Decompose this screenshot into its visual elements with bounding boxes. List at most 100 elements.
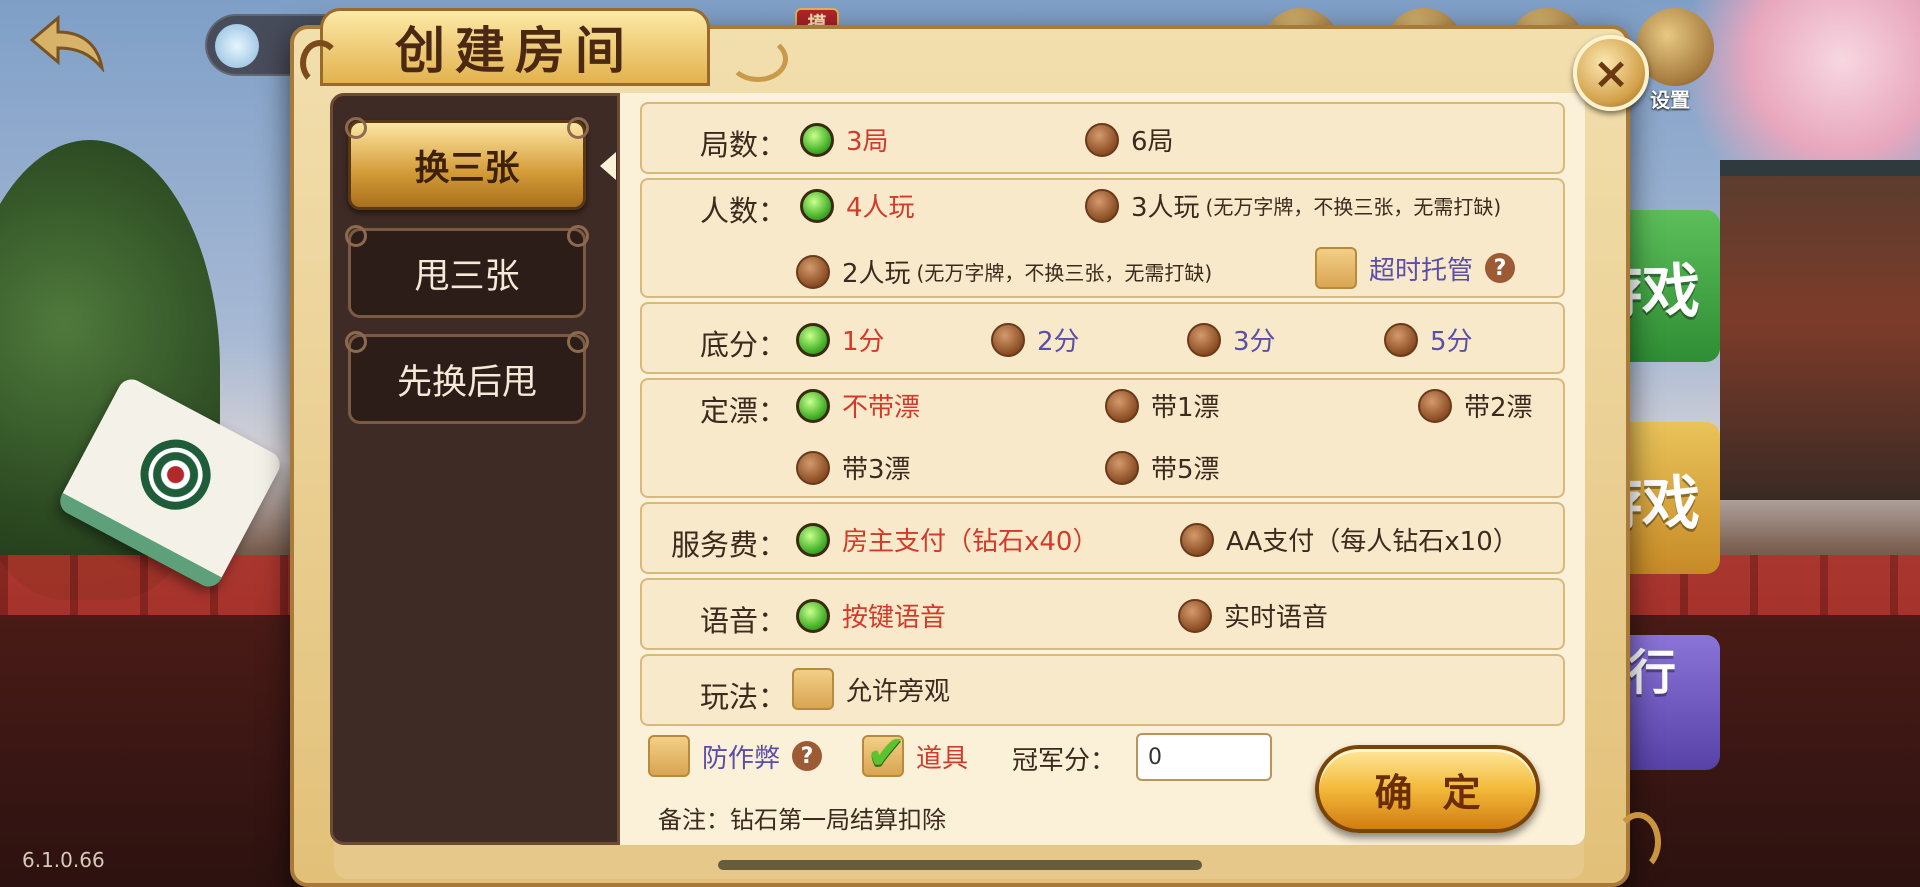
piao-label: 定漂： [699, 394, 787, 428]
radio-selected-icon [800, 122, 834, 157]
tab-xian-huan-hou-shuai[interactable]: 先换后甩 [345, 331, 589, 424]
back-arrow-icon [29, 14, 105, 74]
piao-row: 定漂： 不带漂 带1漂 带2漂 带3漂 带5漂 [640, 378, 1565, 498]
tab-shuai-san-zhang[interactable]: 甩三张 [345, 225, 589, 318]
option-label: 冠军分： [1012, 746, 1117, 776]
players-option-2[interactable]: 2人玩 (无万字牌，不换三张，无需打缺) [796, 253, 1212, 290]
checkbox-checked-icon [862, 725, 906, 781]
option-note: (无万字牌，不换三张，无需打缺) [1205, 195, 1502, 219]
title-scroll-right-decoration [728, 36, 788, 82]
radio-icon [1105, 450, 1139, 485]
play-label: 玩法： [699, 680, 787, 714]
close-button[interactable]: × [1573, 35, 1649, 111]
pavilion-decoration [1720, 160, 1920, 500]
option-label: 4人玩 [846, 193, 915, 223]
base-score-label: 底分： [699, 328, 787, 362]
base-score-option-3[interactable]: 3分 [1187, 321, 1276, 358]
radio-selected-icon [800, 188, 834, 223]
rounds-label: 局数： [699, 128, 787, 162]
voice-option-button[interactable]: 按键语音 [796, 597, 946, 634]
checkbox-icon [1315, 247, 1357, 289]
settings-label: 设置 [1650, 88, 1690, 112]
radio-icon [1085, 122, 1119, 157]
radio-icon [1178, 598, 1212, 633]
base-score-row: 底分： 1分 2分 3分 5分 [640, 302, 1565, 374]
timeout-managed-checkbox[interactable]: 超时托管 ? [1315, 247, 1516, 289]
option-label: 按键语音 [842, 603, 947, 633]
piao-option-1[interactable]: 带1漂 [1105, 387, 1220, 424]
option-label: 2分 [1037, 327, 1080, 357]
radio-selected-icon [796, 522, 830, 557]
radio-icon [1180, 522, 1214, 557]
option-label: 6局 [1131, 127, 1174, 157]
voice-row: 语音： 按键语音 实时语音 [640, 578, 1565, 650]
champion-score-label: 冠军分： [1012, 740, 1116, 777]
active-tab-pointer [600, 152, 616, 180]
option-label: 3分 [1233, 327, 1276, 357]
diamond-icon [215, 24, 259, 68]
players-option-3[interactable]: 3人玩 (无万字牌，不换三张，无需打缺) [1085, 187, 1501, 224]
option-label: 3人玩 [1131, 193, 1200, 223]
rounds-option-6[interactable]: 6局 [1085, 121, 1174, 158]
players-label: 人数： [699, 194, 787, 228]
option-label: 实时语音 [1224, 603, 1329, 633]
fee-option-aa[interactable]: AA支付（每人钻石x10） [1180, 521, 1519, 558]
checkbox-icon [648, 735, 690, 777]
champion-score-input[interactable] [1136, 733, 1272, 781]
option-label: 防作弊 [702, 743, 781, 774]
players-row: 人数： 4人玩 3人玩 (无万字牌，不换三张，无需打缺) 2人玩 (无万字牌，不… [640, 178, 1565, 298]
tab-label: 甩三张 [414, 256, 520, 297]
back-button[interactable] [28, 12, 108, 74]
radio-icon [1384, 322, 1418, 357]
radio-icon [1418, 388, 1452, 423]
radio-icon [1187, 322, 1221, 357]
radio-icon [1085, 188, 1119, 223]
confirm-label: 确定 [1374, 770, 1511, 815]
voice-label: 语音： [699, 604, 787, 638]
piao-option-none[interactable]: 不带漂 [796, 387, 920, 424]
option-label: 不带漂 [842, 393, 921, 423]
piao-option-5[interactable]: 带5漂 [1105, 449, 1220, 486]
confirm-button[interactable]: 确定 [1315, 745, 1540, 833]
base-score-option-1[interactable]: 1分 [796, 321, 885, 358]
fee-option-host[interactable]: 房主支付（钻石x40） [796, 521, 1098, 558]
dialog-title-tab: 创建房间 [320, 8, 710, 86]
tab-huan-san-zhang[interactable]: 换三张 [345, 117, 589, 210]
fee-label: 服务费： [670, 528, 787, 562]
radio-icon [991, 322, 1025, 357]
radio-selected-icon [796, 322, 830, 357]
radio-selected-icon [796, 388, 830, 423]
fee-row: 服务费： 房主支付（钻石x40） AA支付（每人钻石x10） [640, 502, 1565, 574]
piao-option-3[interactable]: 带3漂 [796, 449, 911, 486]
voice-option-realtime[interactable]: 实时语音 [1178, 597, 1328, 634]
help-icon[interactable]: ? [792, 741, 823, 771]
tab-label: 先换后甩 [396, 362, 537, 403]
dialog-title: 创建房间 [395, 21, 635, 80]
option-label: 带5漂 [1151, 455, 1220, 485]
piao-option-2[interactable]: 带2漂 [1418, 387, 1533, 424]
option-note: (无万字牌，不换三张，无需打缺) [916, 261, 1213, 285]
checkbox-icon [792, 668, 834, 710]
option-label: 道具 [916, 743, 969, 774]
base-score-option-2[interactable]: 2分 [991, 321, 1080, 358]
base-score-option-5[interactable]: 5分 [1384, 321, 1473, 358]
close-icon: × [1592, 47, 1630, 99]
option-label: AA支付（每人钻石x10） [1226, 527, 1519, 557]
help-icon[interactable]: ? [1485, 253, 1516, 283]
footnote: 备注：钻石第一局结算扣除 [658, 806, 946, 834]
allow-spectate-checkbox[interactable]: 允许旁观 [792, 668, 950, 710]
option-label: 3局 [846, 127, 889, 157]
props-checkbox[interactable]: 道具 [862, 725, 969, 781]
rounds-option-3[interactable]: 3局 [800, 121, 889, 158]
option-label: 1分 [842, 327, 885, 357]
players-option-4[interactable]: 4人玩 [800, 187, 915, 224]
radio-selected-icon [796, 598, 830, 633]
radio-icon [796, 254, 830, 289]
option-label: 超时托管 [1369, 255, 1474, 286]
option-label: 允许旁观 [846, 676, 951, 707]
home-indicator[interactable] [718, 860, 1202, 870]
rounds-row: 局数： 3局 6局 [640, 102, 1565, 174]
radio-icon [796, 450, 830, 485]
anti-cheat-checkbox[interactable]: 防作弊 ? [648, 735, 823, 777]
option-label: 带2漂 [1464, 393, 1533, 423]
